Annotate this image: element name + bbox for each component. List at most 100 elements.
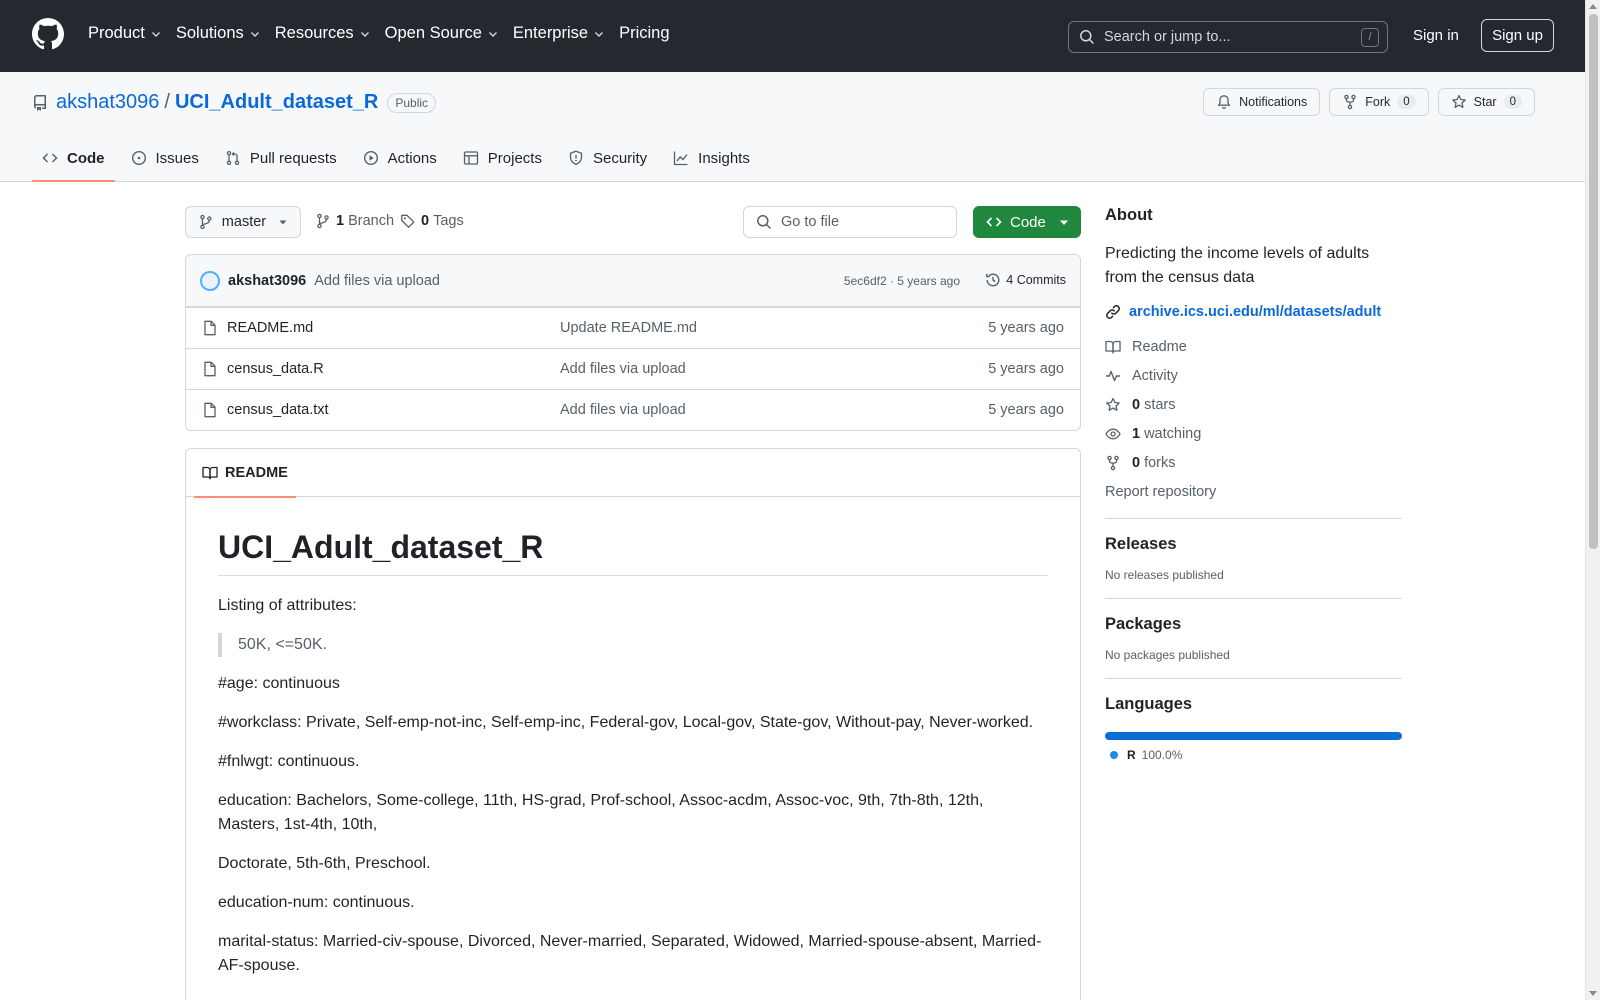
file-row[interactable]: census_data.R Add files via upload 5 yea…: [186, 348, 1080, 389]
commit-message-link[interactable]: Add files via upload: [314, 273, 440, 289]
file-commit-message-link[interactable]: Add files via upload: [560, 402, 686, 418]
activity-link[interactable]: Activity: [1105, 361, 1402, 390]
repo-title: akshat3096 / UCI_Adult_dataset_R Public: [32, 91, 437, 114]
website-url: archive.ics.uci.edu/ml/datasets/adult: [1129, 304, 1382, 320]
branches-link[interactable]: 1 Branch: [315, 213, 394, 229]
language-color-dot: [1110, 751, 1118, 759]
about-heading: About: [1105, 206, 1153, 224]
tab-projects[interactable]: Projects: [453, 134, 552, 182]
file-icon: [204, 361, 216, 377]
repo-name-link[interactable]: UCI_Adult_dataset_R: [175, 91, 378, 114]
bell-icon: [1217, 95, 1231, 109]
website-link[interactable]: archive.ics.uci.edu/ml/datasets/adult: [1105, 304, 1402, 320]
commit-author-link[interactable]: akshat3096: [228, 273, 306, 289]
readme-paragraph: education-num: continuous.: [218, 894, 415, 911]
table-icon: [463, 151, 478, 165]
readme-content: UCI_Adult_dataset_R Listing of attribute…: [186, 497, 1080, 978]
tab-security-label: Security: [592, 149, 648, 167]
stars-link[interactable]: 0 stars: [1105, 390, 1402, 419]
search-icon: [1080, 30, 1095, 45]
nav-enterprise[interactable]: Enterprise: [513, 24, 605, 43]
releases-heading[interactable]: Releases: [1105, 535, 1402, 554]
tab-pull-requests-label: Pull requests: [249, 149, 337, 167]
report-repository-link[interactable]: Report repository: [1105, 477, 1402, 506]
tab-pull-requests[interactable]: Pull requests: [215, 134, 347, 182]
commits-history-link[interactable]: 4 Commits: [985, 272, 1066, 288]
packages-section: Packages No packages published: [1105, 598, 1402, 662]
commit-hash-age[interactable]: 5ec6df2 · 5 years ago: [844, 274, 960, 288]
sign-in-link[interactable]: Sign in: [1413, 27, 1459, 44]
caret-down-icon: [1060, 220, 1068, 225]
tab-security[interactable]: Security: [558, 134, 657, 182]
file-row[interactable]: README.md Update README.md 5 years ago: [186, 307, 1080, 348]
scroll-up-arrow-icon[interactable]: [1589, 4, 1597, 9]
search-shortcut-key: /: [1361, 28, 1379, 47]
watching-link[interactable]: 1 watching: [1105, 419, 1402, 448]
file-name-link[interactable]: census_data.R: [227, 361, 324, 377]
chevron-down-icon: [360, 31, 369, 37]
eye-icon: [1105, 428, 1121, 439]
nav-enterprise-label: Enterprise: [512, 24, 589, 42]
watching-count: 1: [1132, 425, 1141, 442]
tab-issues[interactable]: Issues: [121, 134, 209, 182]
book-icon: [202, 466, 218, 480]
scroll-down-arrow-icon[interactable]: [1589, 991, 1597, 996]
fork-icon: [1107, 455, 1119, 470]
forks-count: 0: [1132, 454, 1141, 471]
repo-tabs: Code Issues Pull requests Actions Projec…: [32, 134, 766, 182]
releases-section: Releases No releases published: [1105, 518, 1402, 582]
nav-solutions[interactable]: Solutions: [176, 24, 261, 43]
tab-insights[interactable]: Insights: [663, 134, 760, 182]
page-scrollbar[interactable]: [1585, 0, 1600, 1000]
nav-open-source[interactable]: Open Source: [385, 24, 499, 43]
file-icon: [204, 320, 216, 336]
notifications-button[interactable]: Notifications: [1203, 88, 1321, 116]
chevron-down-icon: [151, 31, 160, 37]
repo-main-content: master 1 Branch 0 Tags Go to file Code a…: [185, 206, 1081, 1000]
tab-code[interactable]: Code: [32, 134, 115, 182]
forks-label: forks: [1144, 454, 1176, 471]
star-button[interactable]: Star 0: [1437, 88, 1535, 116]
global-search-input[interactable]: Search or jump to... /: [1068, 21, 1388, 53]
file-commit-message-link[interactable]: Update README.md: [560, 320, 697, 336]
nav-product[interactable]: Product: [88, 24, 162, 43]
report-repository-label: Report repository: [1105, 483, 1217, 500]
scrollbar-thumb[interactable]: [1589, 14, 1598, 549]
tags-link[interactable]: 0 Tags: [400, 213, 464, 229]
code-download-button[interactable]: Code: [973, 206, 1081, 238]
tab-issues-label: Issues: [155, 149, 199, 167]
tab-actions[interactable]: Actions: [353, 134, 447, 182]
nav-resources[interactable]: Resources: [275, 24, 371, 43]
file-commit-message-link[interactable]: Add files via upload: [560, 361, 686, 377]
nav-pricing[interactable]: Pricing: [619, 24, 669, 43]
caret-down-icon: [279, 220, 287, 225]
file-icon: [204, 402, 216, 418]
tab-projects-label: Projects: [487, 149, 542, 167]
repo-owner-link[interactable]: akshat3096: [56, 91, 159, 114]
releases-empty-text: No releases published: [1105, 568, 1224, 582]
readme-paragraph: Listing of attributes:: [218, 597, 357, 614]
fork-button[interactable]: Fork 0: [1329, 88, 1429, 116]
sign-up-button[interactable]: Sign up: [1481, 19, 1554, 52]
file-row[interactable]: census_data.txt Add files via upload 5 y…: [186, 389, 1080, 430]
github-logo-icon[interactable]: [32, 18, 64, 50]
nav-product-label: Product: [88, 24, 145, 42]
branch-selector[interactable]: master: [185, 206, 301, 238]
link-icon: [1106, 305, 1120, 319]
readme-tab[interactable]: README: [194, 449, 296, 498]
language-item[interactable]: R 100.0%: [1105, 748, 1402, 762]
forks-link[interactable]: 0 forks: [1105, 448, 1402, 477]
star-label: Star: [1473, 95, 1497, 109]
languages-heading: Languages: [1105, 695, 1193, 713]
code-icon: [42, 153, 58, 163]
shield-icon: [569, 150, 583, 166]
fork-label: Fork: [1365, 95, 1391, 109]
go-to-file-input[interactable]: Go to file: [743, 206, 957, 238]
file-name-link[interactable]: census_data.txt: [227, 402, 329, 418]
global-nav: Product Solutions Resources Open Source …: [88, 24, 684, 43]
file-name-link[interactable]: README.md: [227, 320, 313, 336]
avatar[interactable]: [200, 270, 220, 291]
packages-heading[interactable]: Packages: [1105, 615, 1402, 634]
readme-paragraph: Doctorate, 5th-6th, Preschool.: [218, 855, 431, 872]
readme-link[interactable]: Readme: [1105, 332, 1402, 361]
